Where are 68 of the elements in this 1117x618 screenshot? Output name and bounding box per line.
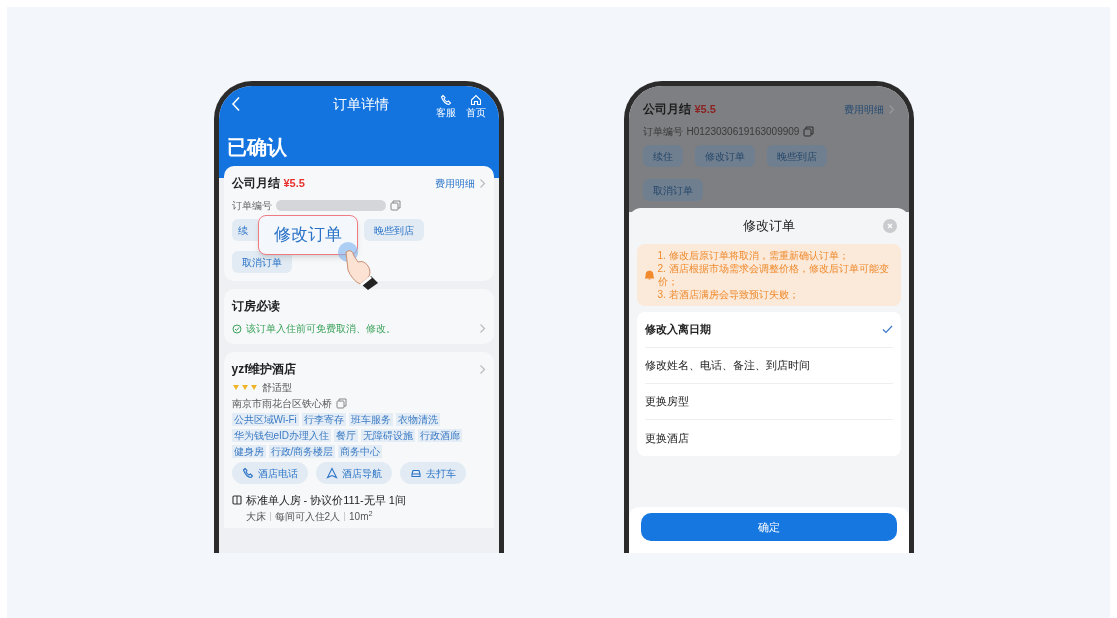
order-number: H0123030619163009909 (686, 125, 800, 139)
chevron-right-icon (887, 103, 895, 115)
facility-tag: 公共区域Wi-Fi (231, 413, 299, 426)
hotel-name: yzf维护酒店 (231, 361, 298, 378)
order-action-button[interactable]: 晚些到店 (363, 219, 424, 241)
option-item[interactable]: 修改姓名、电话、备注、到店时间 (644, 348, 893, 384)
copy-icon (335, 398, 347, 409)
order-action-button[interactable]: 续住 (642, 145, 683, 167)
facility-tag: 衣物清洗 (395, 413, 440, 426)
navigation-icon (325, 467, 338, 479)
payment-type: 公司月结 (231, 175, 280, 192)
status-title: 已确认 (226, 135, 288, 160)
checkmark-icon (881, 325, 893, 334)
notice-line: 1. 修改后原订单将取消，需重新确认订单； (657, 249, 850, 262)
confirm-button[interactable]: 确定 (640, 513, 897, 541)
payment-type: 公司月结 (642, 101, 691, 118)
room-spec: 10m$^{2}$ (349, 508, 373, 524)
callout-label: 修改订单 (257, 215, 358, 255)
nav-action[interactable]: 首页 (460, 94, 491, 118)
copy-icon (389, 200, 401, 211)
facility-tag: 华为钱包eID办理入住 (231, 429, 332, 442)
sheet-title: 修改订单 (742, 217, 795, 236)
notice-line: 2. 酒店根据市场需求会调整价格，修改后订单可能变价； (657, 262, 890, 288)
chevron-right-icon (478, 363, 486, 375)
room-title: 标准单人房 - 协议价111-无早 1间 (245, 493, 406, 508)
room-spec: 大床 (245, 509, 266, 524)
close-icon (886, 223, 893, 229)
option-item[interactable]: 修改入离日期 (644, 312, 893, 348)
notice-line: 3. 若酒店满房会导致预订失败； (657, 288, 800, 301)
fee-details-link[interactable]: 费用明细 (434, 175, 475, 191)
hotel-action-button[interactable]: 去打车 (399, 462, 466, 484)
hotel-action-button[interactable]: 酒店电话 (231, 462, 308, 484)
room-spec: 每间可入住2人 (274, 509, 341, 524)
chevron-right-icon (478, 177, 486, 189)
facility-tag: 行政/商务楼层 (268, 445, 336, 458)
option-item[interactable]: 更换房型 (644, 384, 893, 420)
facility-tag: 班车服务 (348, 413, 393, 426)
bell-icon (644, 270, 654, 280)
chevron-right-icon (478, 323, 486, 334)
facility-tag: 行政酒廊 (418, 429, 463, 442)
back-icon (230, 96, 241, 112)
check-circle-icon (231, 323, 242, 334)
facility-tag: 餐厅 (334, 429, 359, 442)
close-button[interactable] (882, 219, 897, 233)
nav-action[interactable]: 客服 (430, 94, 461, 118)
phone-icon (241, 467, 254, 479)
order-action-button[interactable]: 续 (231, 219, 258, 241)
facility-tag: 健身房 (231, 445, 266, 458)
hotel-action-button[interactable]: 酒店导航 (315, 462, 392, 484)
hotel-address: 南京市雨花台区铁心桥 (231, 397, 332, 411)
home-icon (469, 94, 482, 106)
order-action-button[interactable]: 晚些到店 (766, 145, 827, 167)
page-title: 订单详情 (331, 95, 390, 114)
notice-title: 订房必读 (231, 298, 281, 315)
price: ¥5.5 (694, 101, 716, 117)
fee-details-link[interactable]: 费用明细 (843, 101, 884, 117)
copy-icon (803, 126, 815, 137)
hotel-type: 舒适型 (261, 381, 292, 395)
option-item[interactable]: 更换酒店 (644, 420, 893, 456)
facility-tag: 商务中心 (338, 445, 383, 458)
phone-icon (439, 94, 452, 106)
price: ¥5.5 (283, 175, 305, 191)
order-number-label: 订单编号 (231, 199, 272, 213)
facility-tag: 行李寄存 (301, 413, 346, 426)
notice-text: 该订单入住前可免费取消、修改。 (245, 322, 397, 336)
car-icon (409, 467, 422, 479)
facility-tag: 无障碍设施 (361, 429, 416, 442)
order-action-button[interactable]: 取消订单 (231, 251, 292, 273)
